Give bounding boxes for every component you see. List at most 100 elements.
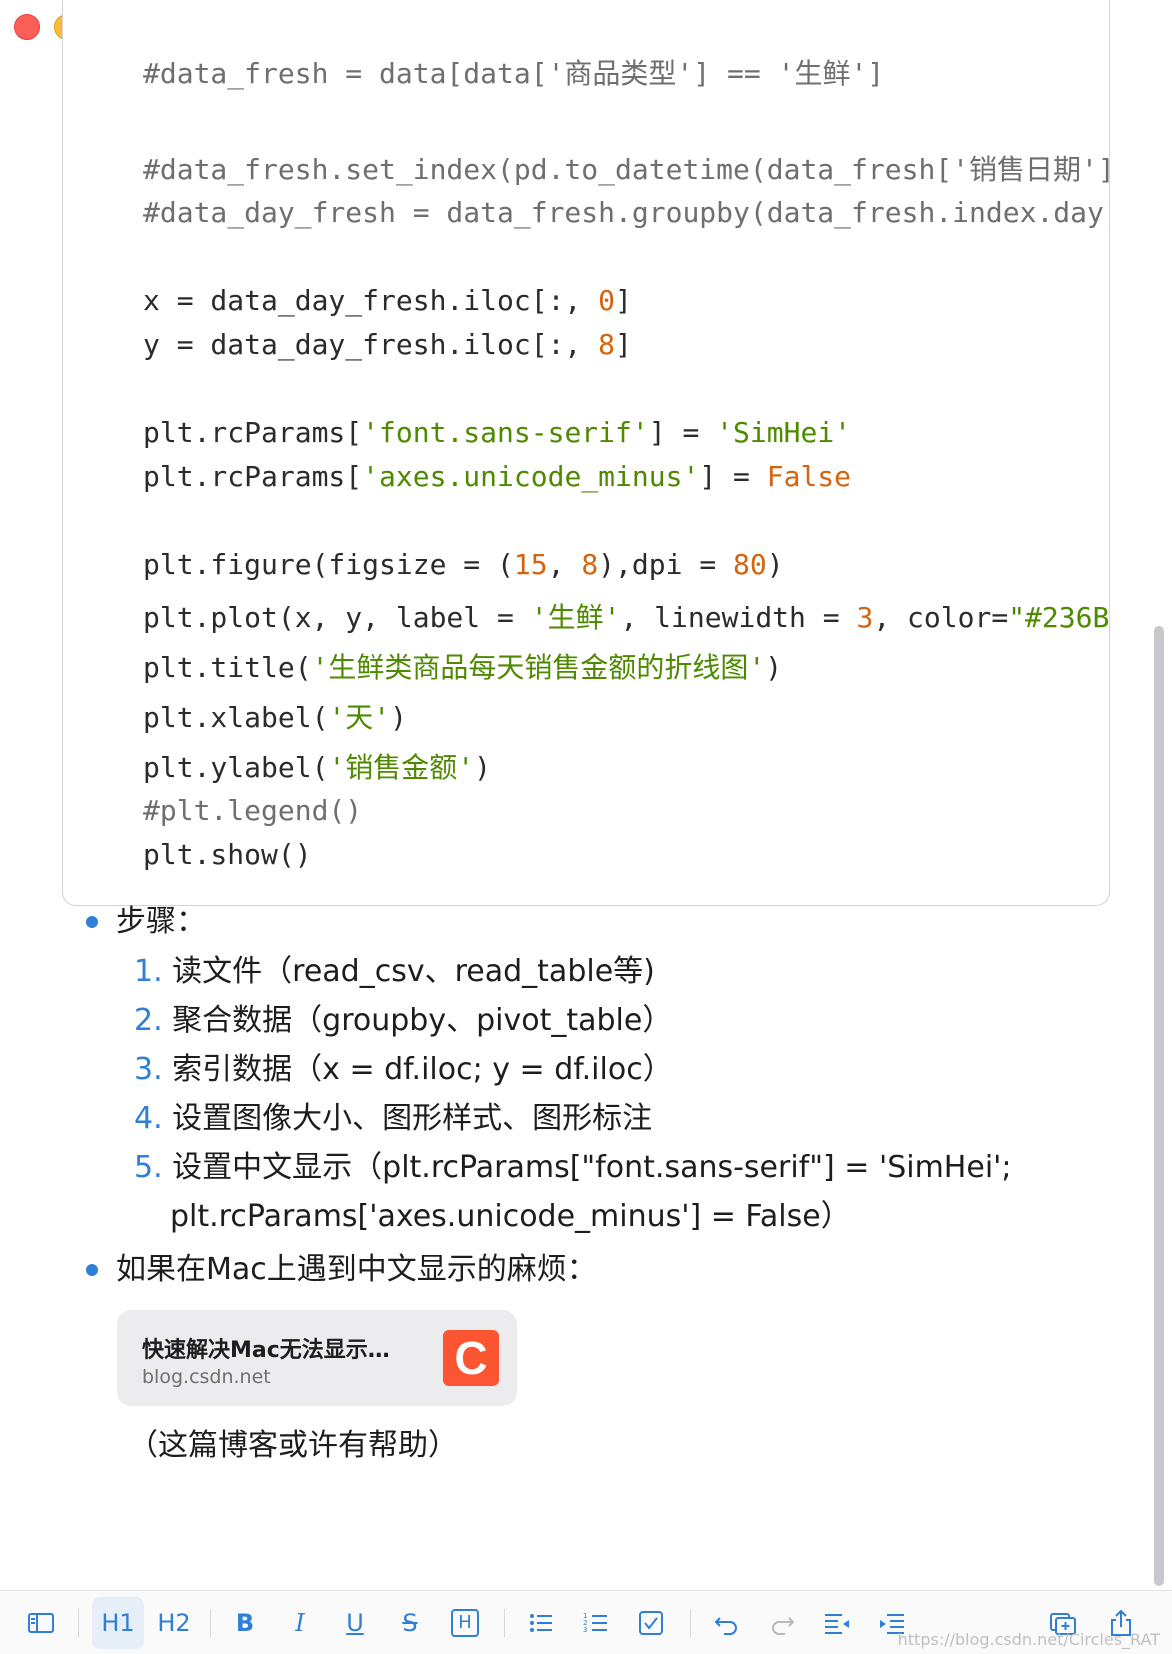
code-token: y = data_day_fresh.iloc[:,	[143, 328, 599, 361]
code-token: False	[766, 460, 852, 493]
vertical-scrollbar[interactable]	[1154, 626, 1164, 1586]
code-line: plt.rcParams['font.sans-serif'] = 'SimHe…	[143, 416, 851, 449]
csdn-logo-icon: C	[443, 1330, 499, 1386]
code-token: plt.figure(figsize = (	[143, 548, 514, 581]
code-token: #data_day_fresh = data_fresh.groupby(dat…	[143, 196, 1110, 229]
highlight-button[interactable]: H	[442, 1597, 488, 1649]
code-line: plt.figure(figsize = (15, 8),dpi = 80)	[143, 548, 784, 581]
code-line: plt.ylabel('销售金额')	[143, 746, 491, 786]
code-token: 'axes.unicode_minus'	[362, 460, 700, 493]
numbered-list-icon[interactable]: 123	[573, 1597, 619, 1649]
outdent-icon[interactable]	[814, 1597, 860, 1649]
link-note: （这篇博客或许有帮助）	[128, 1428, 458, 1463]
link-title: 快速解决Mac无法显示…	[142, 1338, 390, 1363]
code-token: plt.plot(x, y, label =	[143, 601, 531, 634]
code-line: plt.title('生鲜类商品每天销售金额的折线图')	[143, 646, 782, 686]
code-token: '生鲜类商品每天销售金额的折线图'	[311, 651, 766, 684]
code-line: plt.rcParams['axes.unicode_minus'] = Fal…	[143, 460, 851, 493]
step-text: 设置图像大小、图形样式、图形标注	[172, 1101, 653, 1136]
code-token: , color=	[873, 601, 1009, 634]
steps-heading: 步骤：	[116, 904, 206, 939]
code-token: ] =	[648, 416, 717, 449]
code-token: , linewidth =	[620, 601, 857, 634]
code-token: ]	[615, 284, 632, 317]
bold-button[interactable]: B	[222, 1597, 268, 1649]
step-item-4: 4. 设置图像大小、图形样式、图形标注	[134, 1093, 652, 1137]
code-token: 0	[598, 284, 616, 317]
bullet-list-icon[interactable]	[518, 1597, 564, 1649]
step-text: 聚合数据（groupby、pivot_table）	[172, 1003, 673, 1038]
underline-button[interactable]: U	[332, 1597, 378, 1649]
redo-icon[interactable]	[759, 1597, 805, 1649]
strikethrough-label: S	[402, 1609, 418, 1637]
code-line: #data_day_fresh = data_fresh.groupby(dat…	[143, 196, 1110, 229]
code-token: '天'	[328, 701, 391, 734]
step-number: 1.	[134, 954, 163, 989]
code-token: ),dpi =	[598, 548, 734, 581]
code-token: 15	[513, 548, 548, 581]
bold-label: B	[235, 1609, 255, 1637]
step-number: 4.	[134, 1101, 163, 1136]
code-token: ,	[547, 548, 582, 581]
code-token: plt.ylabel(	[143, 751, 329, 784]
heading2-label: H2	[157, 1609, 191, 1637]
link-domain: blog.csdn.net	[142, 1366, 271, 1388]
code-token: 'font.sans-serif'	[362, 416, 649, 449]
watermark: https://blog.csdn.net/Circles_RAT	[897, 1630, 1160, 1649]
underline-label: U	[346, 1609, 364, 1637]
svg-text:3: 3	[583, 1626, 587, 1634]
code-token: plt.show()	[143, 838, 312, 871]
step-item-5: 5. 设置中文显示（plt.rcParams["font.sans-serif"…	[134, 1142, 1012, 1186]
code-token: )	[390, 701, 408, 734]
step-number: 3.	[134, 1052, 163, 1087]
code-line: #data_fresh = data[data['商品类型'] == '生鲜']	[143, 52, 884, 92]
bullet-mac	[86, 1264, 98, 1276]
code-line: x = data_day_fresh.iloc[:, 0]	[143, 284, 632, 317]
code-line: #data_fresh.set_index(pd.to_datetime(dat…	[143, 148, 1110, 188]
code-line: plt.plot(x, y, label = '生鲜', linewidth =…	[143, 596, 1110, 636]
strikethrough-button[interactable]: S	[387, 1597, 433, 1649]
code-token: '生鲜'	[530, 601, 621, 634]
code-token: ]	[615, 328, 632, 361]
step-number: 5.	[134, 1150, 163, 1185]
heading1-button[interactable]: H1	[92, 1597, 144, 1649]
code-token: 8	[598, 328, 616, 361]
checklist-icon[interactable]	[628, 1597, 674, 1649]
code-token: plt.rcParams[	[143, 416, 363, 449]
code-token: plt.title(	[143, 651, 312, 684]
step-item-1: 1. 读文件（read_csv、read_table等)	[134, 946, 655, 990]
bullet-steps	[86, 916, 98, 928]
step-item-2: 2. 聚合数据（groupby、pivot_table）	[134, 995, 672, 1039]
heading1-label: H1	[101, 1609, 135, 1637]
step-text: 读文件（read_csv、read_table等)	[172, 954, 655, 989]
code-token: '销售金额'	[328, 751, 475, 784]
undo-icon[interactable]	[704, 1597, 750, 1649]
italic-button[interactable]: I	[277, 1597, 323, 1649]
code-token: 'SimHei'	[716, 416, 852, 449]
heading2-button[interactable]: H2	[148, 1597, 200, 1649]
code-token: #data_fresh = data[data['商品类型'] == '生鲜']	[143, 57, 885, 90]
code-line: #plt.legend()	[143, 794, 362, 827]
code-line: plt.xlabel('天')	[143, 696, 407, 736]
close-window-button[interactable]	[14, 14, 40, 40]
code-line: y = data_day_fresh.iloc[:, 8]	[143, 328, 632, 361]
code-token: 80	[733, 548, 767, 581]
step-text: 设置中文显示（plt.rcParams["font.sans-serif"] =…	[172, 1150, 1012, 1185]
link-preview-card[interactable]: 快速解决Mac无法显示… blog.csdn.net C	[117, 1310, 517, 1406]
italic-label: I	[295, 1609, 305, 1637]
step-item-3: 3. 索引数据（x = df.iloc; y = df.iloc）	[134, 1044, 673, 1088]
code-token: plt.rcParams[	[143, 460, 363, 493]
code-token: 8	[581, 548, 599, 581]
code-token: plt.xlabel(	[143, 701, 329, 734]
code-token: x = data_day_fresh.iloc[:,	[143, 284, 599, 317]
code-token: ] =	[699, 460, 767, 493]
sidebar-toggle-icon[interactable]	[18, 1597, 64, 1649]
code-block[interactable]: #data_fresh = data[data['商品类型'] == '生鲜']…	[62, 0, 1110, 906]
highlight-label: H	[451, 1609, 479, 1637]
code-token: #data_fresh.set_index(pd.to_datetime(dat…	[143, 153, 1110, 186]
mac-heading: 如果在Mac上遇到中文显示的麻烦：	[116, 1252, 597, 1287]
code-token: "#236B8	[1008, 601, 1110, 634]
code-token: )	[765, 651, 783, 684]
code-token: #plt.legend()	[143, 794, 363, 827]
code-token: )	[474, 751, 492, 784]
